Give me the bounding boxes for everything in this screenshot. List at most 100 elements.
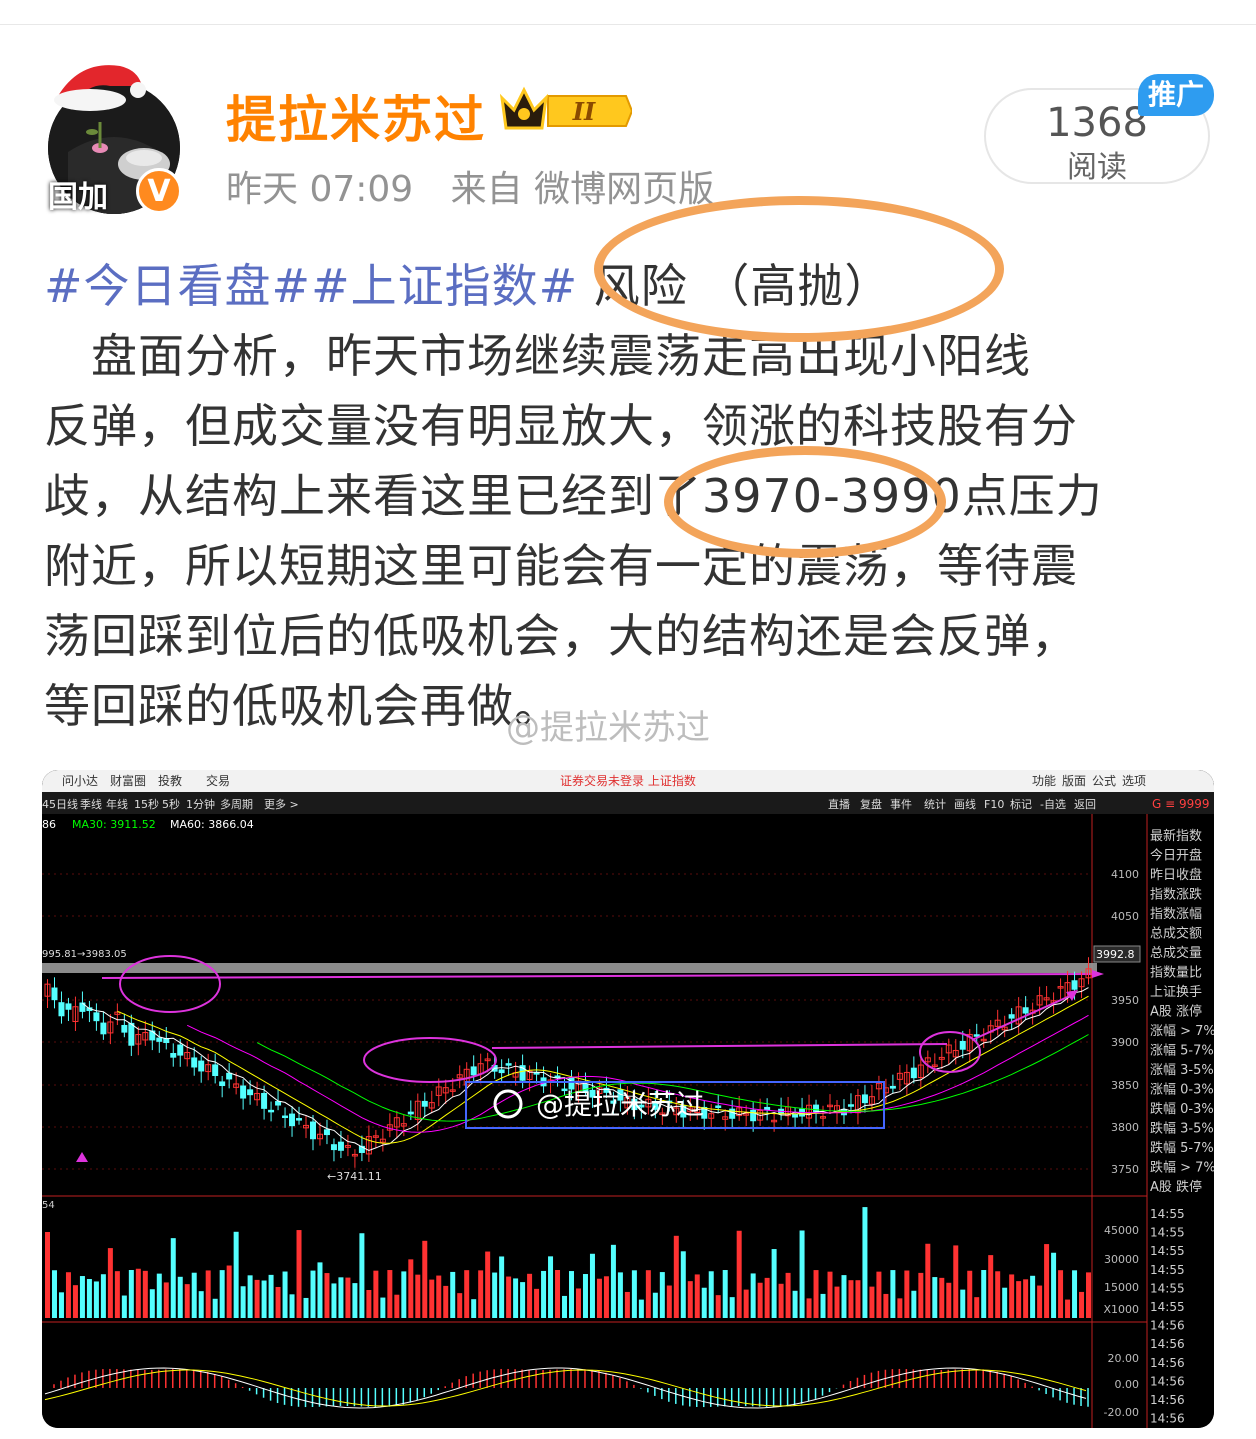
volume-bar bbox=[953, 1245, 959, 1318]
tool-bar: 直播 复盘 事件 统计 画线 F10 标记 -自选 返回 bbox=[828, 797, 1096, 811]
volume-bar bbox=[897, 1298, 903, 1318]
macd-tick: -20.00 bbox=[1104, 1406, 1139, 1419]
volume-bar bbox=[960, 1289, 966, 1318]
side-panel-item: 涨幅 0-3% bbox=[1150, 1083, 1214, 1098]
volume-bar bbox=[855, 1280, 861, 1318]
candle-body bbox=[247, 1089, 254, 1096]
period-item: 年线 bbox=[106, 797, 128, 811]
low-label: ←3741.11 bbox=[327, 1170, 382, 1183]
volume-bar bbox=[408, 1259, 414, 1318]
volume-bar bbox=[652, 1292, 658, 1318]
volume-bar bbox=[289, 1294, 295, 1318]
candle-body bbox=[498, 1069, 505, 1074]
candle-body bbox=[177, 1044, 184, 1056]
volume-bar bbox=[589, 1253, 595, 1318]
ma-legend: 86 MA30: 3911.52 MA60: 3866.04 bbox=[42, 818, 254, 831]
candle-body bbox=[554, 1075, 561, 1079]
volume-bar bbox=[757, 1282, 763, 1318]
side-panel-item: 指数量比 bbox=[1150, 966, 1202, 981]
volume-bar bbox=[848, 1280, 854, 1318]
post-time[interactable]: 昨天 07:09 bbox=[226, 169, 413, 210]
candle-body bbox=[861, 1094, 868, 1104]
side-panel-item: 跌幅 0-3% bbox=[1150, 1101, 1214, 1117]
top-divider bbox=[0, 24, 1256, 25]
volume-bar bbox=[128, 1270, 134, 1318]
side-panel-item: 上证换手 bbox=[1150, 985, 1202, 1000]
volume-bar bbox=[149, 1289, 155, 1318]
volume-bar bbox=[114, 1271, 120, 1318]
candle-body bbox=[505, 1063, 512, 1066]
volume-tick: 30000 bbox=[1104, 1253, 1139, 1266]
volume-bar bbox=[834, 1286, 840, 1318]
volume-tick: 15000 bbox=[1104, 1281, 1139, 1294]
candle-body bbox=[1008, 1014, 1015, 1019]
candle-body bbox=[889, 1085, 896, 1089]
volume-bar bbox=[191, 1272, 197, 1318]
side-panel-item: 跌幅 5-7% bbox=[1150, 1140, 1214, 1156]
high-label: 995.81→3983.05 bbox=[42, 949, 127, 960]
hashtag-link[interactable]: #今日看盘##上证指数# bbox=[44, 259, 578, 313]
volume-bar bbox=[771, 1249, 777, 1318]
candle-body bbox=[764, 1106, 771, 1111]
volume-bar bbox=[939, 1277, 945, 1318]
candle-body bbox=[128, 1022, 135, 1046]
price-tag: 3992.8 bbox=[1096, 948, 1135, 961]
time-item: 14:55 bbox=[1150, 1263, 1185, 1277]
volume-bar bbox=[513, 1278, 519, 1318]
volume-bar bbox=[967, 1270, 973, 1318]
volume-bar bbox=[422, 1240, 428, 1318]
volume-bar bbox=[1044, 1244, 1050, 1318]
volume-bar bbox=[708, 1271, 714, 1318]
author-name[interactable]: 提拉米苏过 bbox=[226, 80, 486, 152]
tool-item: 统计 bbox=[924, 798, 946, 811]
volume-bar bbox=[1058, 1270, 1064, 1318]
level-badge-text: II bbox=[572, 97, 596, 126]
volume-bar bbox=[51, 1270, 57, 1318]
volume-bar bbox=[778, 1283, 784, 1318]
volume-bar bbox=[562, 1295, 568, 1318]
volume-bar bbox=[142, 1270, 148, 1318]
candle-body bbox=[219, 1081, 226, 1087]
crown-level-badge-icon[interactable]: II bbox=[498, 84, 632, 138]
volume-bar bbox=[680, 1251, 686, 1318]
macd-tick: 0.00 bbox=[1115, 1378, 1140, 1391]
volume-bar bbox=[450, 1271, 456, 1318]
volume-bar bbox=[715, 1295, 721, 1318]
volume-bar bbox=[666, 1285, 672, 1318]
price-tick: 4050 bbox=[1111, 910, 1139, 923]
price-tick: 4100 bbox=[1111, 868, 1139, 881]
candle-body bbox=[212, 1064, 219, 1077]
volume-bar bbox=[575, 1288, 581, 1318]
promo-badge[interactable]: 推广 bbox=[1138, 74, 1214, 116]
volume-bar bbox=[282, 1271, 288, 1318]
candle-body bbox=[407, 1111, 414, 1115]
volume-bar bbox=[869, 1286, 875, 1318]
volume-bar bbox=[359, 1233, 365, 1318]
candle-body bbox=[58, 1002, 65, 1017]
side-panel-item: 指数涨幅 bbox=[1150, 907, 1202, 922]
volume-bar bbox=[296, 1230, 302, 1318]
volume-bar bbox=[806, 1298, 812, 1318]
tool-item: F10 bbox=[984, 798, 1004, 811]
volume-bar bbox=[401, 1271, 407, 1318]
volume-bar bbox=[177, 1276, 183, 1318]
volume-bar bbox=[631, 1270, 637, 1318]
volume-bar bbox=[324, 1273, 330, 1318]
volume-bar bbox=[890, 1270, 896, 1318]
chart-image[interactable]: 问小达 财富圈 投教 交易 证券交易未登录 上证指数 功能 版面 公式 选项 45日线 季线年… bbox=[42, 770, 1214, 1428]
candle-body bbox=[51, 987, 58, 1001]
christmas-hat-icon bbox=[54, 65, 146, 111]
volume-bar bbox=[492, 1272, 498, 1318]
volume-bar bbox=[1002, 1287, 1008, 1318]
volume-bar bbox=[918, 1272, 924, 1318]
candle-body bbox=[847, 1104, 854, 1107]
side-panel-item: A股 涨停 bbox=[1150, 1004, 1202, 1020]
chart-menu-item: 公式 bbox=[1092, 774, 1116, 788]
chart-menu-item: 投教 bbox=[158, 773, 182, 788]
volume-bar bbox=[995, 1271, 1001, 1318]
candle-body bbox=[198, 1060, 205, 1072]
side-panel-item: 涨幅 5-7% bbox=[1150, 1044, 1214, 1059]
volume-bar bbox=[813, 1270, 819, 1318]
volume-bar bbox=[764, 1277, 770, 1318]
chart-menu-item: 功能 bbox=[1032, 774, 1056, 788]
